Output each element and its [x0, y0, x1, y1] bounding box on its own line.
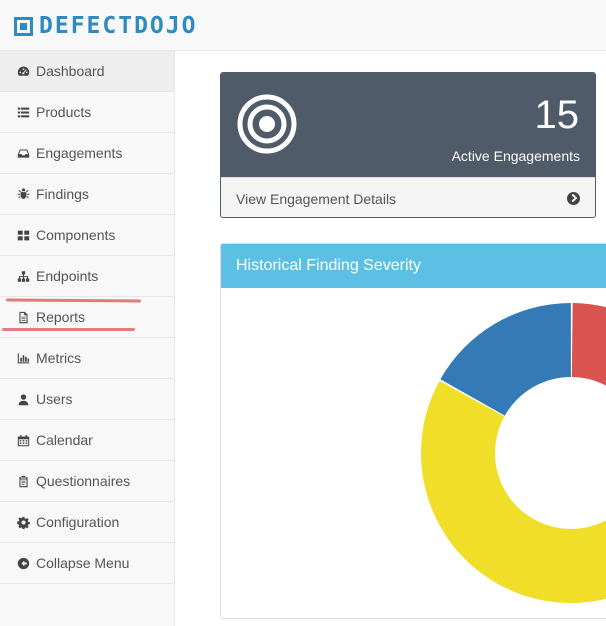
sidebar-item-collapse-menu[interactable]: Collapse Menu: [0, 543, 174, 584]
user-icon: [16, 392, 30, 406]
sidebar-item-components[interactable]: Components: [0, 215, 174, 256]
active-engagements-panel: 15 Active Engagements View Engagement De…: [220, 72, 596, 218]
sidebar-item-users[interactable]: Users: [0, 379, 174, 420]
clipboard-icon: [16, 474, 30, 488]
sidebar-item-label: Questionnaires: [36, 473, 131, 489]
donut-slice[interactable]: [421, 374, 606, 603]
historical-severity-panel: Historical Finding Severity: [220, 243, 606, 619]
historical-severity-title: Historical Finding Severity: [221, 244, 606, 288]
annotation-underline: [2, 328, 135, 331]
arrow-circle-right-icon: [567, 192, 580, 205]
bullseye-icon: [237, 94, 297, 154]
sidebar-item-label: Metrics: [36, 350, 82, 366]
arrow-circle-left-icon: [16, 556, 30, 570]
sidebar-item-label: Findings: [36, 186, 89, 202]
sidebar-item-questionnaires[interactable]: Questionnaires: [0, 461, 174, 502]
sidebar-item-calendar[interactable]: Calendar: [0, 420, 174, 461]
sidebar-item-label: Products: [36, 104, 92, 120]
calendar-icon: [16, 433, 30, 447]
sidebar-item-label: Endpoints: [36, 268, 99, 284]
sidebar-item-endpoints[interactable]: Endpoints: [0, 256, 174, 297]
sidebar-item-engagements[interactable]: Engagements: [0, 133, 174, 174]
bug-icon: [16, 187, 30, 201]
sidebar-item-dashboard[interactable]: Dashboard: [0, 51, 174, 92]
sidebar-item-configuration[interactable]: Configuration: [0, 502, 174, 543]
sidebar-item-label: Components: [36, 227, 116, 243]
active-engagements-header: 15 Active Engagements: [221, 73, 595, 177]
active-engagements-label: Active Engagements: [451, 148, 580, 164]
sidebar: Dashboard Products Engagements Findings …: [0, 51, 175, 626]
file-icon: [16, 310, 30, 324]
logo-mark-icon: [14, 16, 33, 36]
sidebar-item-findings[interactable]: Findings: [0, 174, 174, 215]
list-icon: [16, 105, 30, 119]
sidebar-item-label: Engagements: [36, 145, 123, 161]
sidebar-item-reports[interactable]: Reports: [0, 297, 174, 338]
severity-chart-area: [221, 288, 606, 618]
sidebar-item-label: Reports: [36, 309, 86, 325]
grid-icon: [16, 228, 30, 242]
donut-slice[interactable]: [571, 303, 606, 412]
sidebar-item-label: Configuration: [36, 514, 120, 530]
logo-text: DEFECTDOJO: [39, 12, 198, 39]
severity-donut-chart: [421, 303, 606, 603]
active-engagements-count: 15: [534, 93, 580, 137]
inbox-icon: [16, 146, 30, 160]
sidebar-item-metrics[interactable]: Metrics: [0, 338, 174, 379]
sidebar-item-label: Dashboard: [36, 63, 105, 79]
defectdojo-logo[interactable]: DEFECTDOJO: [14, 13, 197, 39]
sidebar-item-products[interactable]: Products: [0, 92, 174, 133]
top-navbar: DEFECTDOJO: [0, 0, 606, 51]
dashboard-icon: [16, 64, 30, 78]
sidebar-item-label: Calendar: [36, 432, 93, 448]
sidebar-item-label: Collapse Menu: [36, 555, 130, 571]
view-engagement-details-label: View Engagement Details: [236, 190, 397, 207]
sidebar-item-label: Users: [36, 391, 73, 407]
sitemap-icon: [16, 269, 30, 283]
bar-chart-icon: [16, 351, 30, 365]
gear-icon: [16, 515, 30, 529]
view-engagement-details-link[interactable]: View Engagement Details: [221, 177, 595, 217]
